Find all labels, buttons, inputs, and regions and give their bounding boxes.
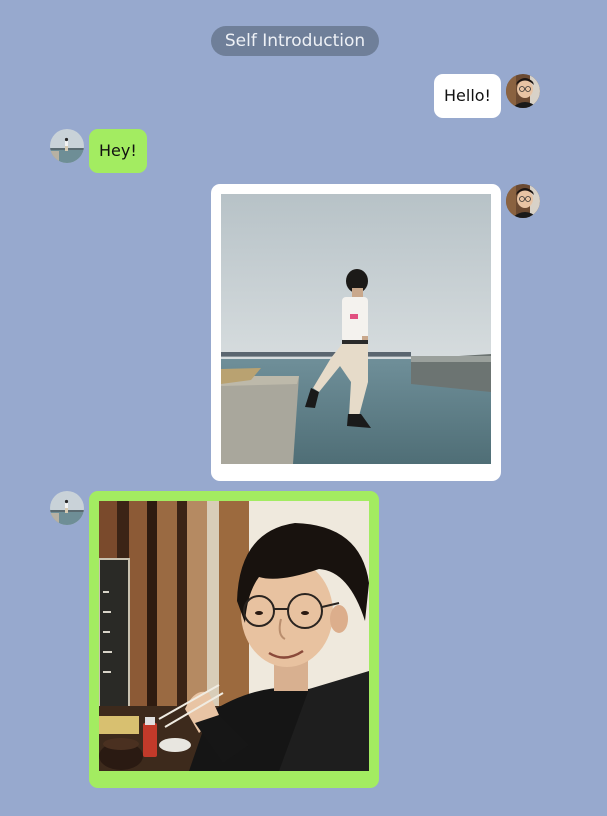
contact-avatar-seaside <box>50 129 84 163</box>
photo-message-jumping[interactable] <box>211 184 501 481</box>
man-jumping-by-sea-photo <box>221 194 491 464</box>
contact-avatar-seaside <box>50 491 84 525</box>
photo-message-eating[interactable] <box>89 491 379 788</box>
man-with-glasses-eating-photo <box>99 501 369 771</box>
user-avatar-man-glasses <box>506 184 540 218</box>
message-bubble-hello[interactable]: Hello! <box>434 74 501 118</box>
contact-avatar[interactable] <box>50 491 84 525</box>
user-avatar[interactable] <box>506 184 540 218</box>
chat-title: Self Introduction <box>211 26 379 56</box>
contact-avatar[interactable] <box>50 129 84 163</box>
user-avatar-man-glasses <box>506 74 540 108</box>
message-bubble-hey[interactable]: Hey! <box>89 129 147 173</box>
user-avatar[interactable] <box>506 74 540 108</box>
